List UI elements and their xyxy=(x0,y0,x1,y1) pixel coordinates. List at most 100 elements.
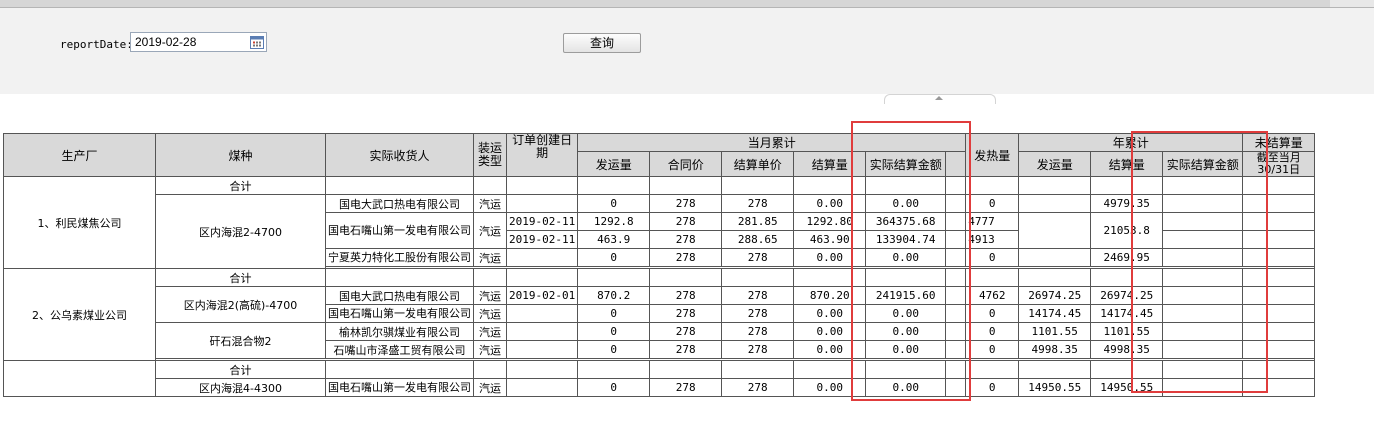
toolbar-end-segment xyxy=(1330,0,1374,7)
heat-cell: 0 xyxy=(965,248,1020,267)
amount-cell: 0.00 xyxy=(865,322,947,341)
query-button[interactable]: 查询 xyxy=(563,33,641,53)
table-row: 2、公乌素煤业公司 合计 xyxy=(3,268,1316,361)
collapse-panel-tab[interactable] xyxy=(884,94,996,104)
transport-cell: 汽运 xyxy=(473,378,507,397)
group-unsettled: 未结算量 xyxy=(1242,133,1316,152)
col-coal-type: 煤种 xyxy=(155,133,326,177)
contract-cell: 278 xyxy=(649,286,723,305)
transport-cell: 汽运 xyxy=(473,304,507,323)
contract-cell: 278 xyxy=(649,230,723,249)
settle-cell: 0.00 xyxy=(793,248,867,267)
unit-price-cell: 281.85 xyxy=(721,212,795,231)
top-toolbar-strip xyxy=(0,0,1374,8)
contract-cell: 278 xyxy=(649,378,723,397)
unit-price-cell: 278 xyxy=(721,286,795,305)
settle-cell: 0.00 xyxy=(793,340,867,359)
subtotal-label: 合计 xyxy=(155,176,326,195)
report-date-input[interactable] xyxy=(131,33,253,51)
year-ship-cell: 14174.45 xyxy=(1018,304,1092,323)
year-settle-cell: 26974.25 xyxy=(1090,286,1164,305)
report-table: 生产厂 煤种 实际收货人 装运类型 订单创建日期 当月累计 发热量 年累计 未结… xyxy=(3,133,1316,397)
transport-cell: 汽运 xyxy=(473,340,507,359)
factory-cell xyxy=(3,360,156,397)
col-transport: 装运类型 xyxy=(473,133,507,177)
unit-price-cell: 278 xyxy=(721,304,795,323)
year-ship-cell: 26974.25 xyxy=(1018,286,1092,305)
col-month-contract: 合同价 xyxy=(649,151,723,177)
heat-cell: 0 xyxy=(965,378,1020,397)
amount-cell: 0.00 xyxy=(865,378,947,397)
amount-cell: 0.00 xyxy=(865,304,947,323)
ship-cell: 1292.8 xyxy=(577,212,651,231)
heat-cell: 0 xyxy=(965,194,1020,213)
unit-price-cell: 288.65 xyxy=(721,230,795,249)
col-consignee: 实际收货人 xyxy=(325,133,474,177)
consignee-cell: 宁夏英力特化工股份有限公司 xyxy=(325,248,474,267)
col-year-amount: 实际结算金额 xyxy=(1162,151,1244,177)
consignee-cell: 国电石嘴山第一发电有限公司 xyxy=(325,304,474,323)
unit-price-cell: 278 xyxy=(721,378,795,397)
unit-price-cell: 278 xyxy=(721,340,795,359)
amount-cell: 241915.60 xyxy=(865,286,947,305)
year-settle-cell: 4979.35 xyxy=(1090,194,1164,213)
consignee-cell: 国电大武口热电有限公司 xyxy=(325,286,474,305)
unit-price-cell: 278 xyxy=(721,194,795,213)
order-date-cell: 2019-02-11 xyxy=(505,212,579,231)
calendar-icon[interactable] xyxy=(249,34,265,50)
col-year-settle: 结算量 xyxy=(1090,151,1164,177)
col-factory: 生产厂 xyxy=(3,133,156,177)
ship-cell: 0 xyxy=(577,304,651,323)
order-date-cell: 2019-02-11 xyxy=(505,230,579,249)
coal-type-cell: 区内海混2(高硫)-4700 xyxy=(155,286,326,323)
consignee-cell: 国电大武口热电有限公司 xyxy=(325,194,474,213)
consignee-cell: 国电石嘴山第一发电有限公司 xyxy=(325,378,474,397)
col-order-date: 订单创建日期 xyxy=(505,133,579,177)
table-row: 区内海混2-4700 国电大武口热电有限公司 汽运 0 278 278 0.00… xyxy=(4,194,1316,269)
group-year: 年累计 xyxy=(1018,133,1244,152)
transport-cell: 汽运 xyxy=(473,212,507,249)
contract-cell: 278 xyxy=(649,194,723,213)
group-month: 当月累计 xyxy=(577,133,967,152)
col-month-settle: 结算量 xyxy=(793,151,867,177)
factory-cell: 2、公乌素煤业公司 xyxy=(3,268,156,361)
subtotal-label: 合计 xyxy=(155,360,326,379)
col-month-ship: 发运量 xyxy=(577,151,651,177)
year-settle-cell: 2469.95 xyxy=(1090,248,1164,267)
col-year-ship: 发运量 xyxy=(1018,151,1092,177)
report-date-picker[interactable] xyxy=(130,32,267,52)
year-settle-cell: 14174.45 xyxy=(1090,304,1164,323)
year-settle-cell: 4998.35 xyxy=(1090,340,1164,359)
table-row: 区内海混2(高硫)-4700 国电大武口热电有限公司 汽运 2019-02-01… xyxy=(4,286,1316,323)
table-row: 1、利民煤焦公司 合计 xyxy=(3,176,1316,269)
col-month-unit-price: 结算单价 xyxy=(721,151,795,177)
amount-cell: 364375.68 xyxy=(865,212,947,231)
consignee-cell: 榆林凯尔骐煤业有限公司 xyxy=(325,322,474,341)
ship-cell: 463.9 xyxy=(577,230,651,249)
settle-cell: 0.00 xyxy=(793,322,867,341)
year-ship-cell: 14950.55 xyxy=(1018,378,1092,397)
amount-cell: 0.00 xyxy=(865,340,947,359)
year-ship-cell: 4998.35 xyxy=(1018,340,1092,359)
contract-cell: 278 xyxy=(649,304,723,323)
contract-cell: 278 xyxy=(649,248,723,267)
coal-type-cell: 矸石混合物2 xyxy=(155,322,326,359)
transport-cell: 汽运 xyxy=(473,286,507,305)
consignee-cell: 国电石嘴山第一发电有限公司 xyxy=(325,212,474,249)
transport-cell: 汽运 xyxy=(473,322,507,341)
table-row: 矸石混合物2 榆林凯尔骐煤业有限公司 汽运 0 278 278 0.00 0.0… xyxy=(4,322,1316,359)
amount-cell: 133904.74 xyxy=(865,230,947,249)
year-ship-cell: 1101.55 xyxy=(1018,322,1092,341)
contract-cell: 278 xyxy=(649,340,723,359)
heat-cell: 0 xyxy=(965,340,1020,359)
order-date-cell: 2019-02-01 xyxy=(505,286,579,305)
contract-cell: 278 xyxy=(649,212,723,231)
heat-cell: 4777 xyxy=(965,212,1020,231)
header-row-1: 生产厂 煤种 实际收货人 装运类型 订单创建日期 当月累计 发热量 年累计 未结… xyxy=(3,133,1316,177)
settle-cell: 0.00 xyxy=(793,378,867,397)
table-row: 区内海混4-4300 国电石嘴山第一发电有限公司 汽运 0 278 278 0.… xyxy=(4,378,1316,397)
year-settle-cell: 21053.8 xyxy=(1090,212,1164,249)
table-row: 合计 xyxy=(3,360,1316,397)
col-heat: 发热量 xyxy=(965,133,1020,177)
chevron-up-icon xyxy=(935,96,943,100)
